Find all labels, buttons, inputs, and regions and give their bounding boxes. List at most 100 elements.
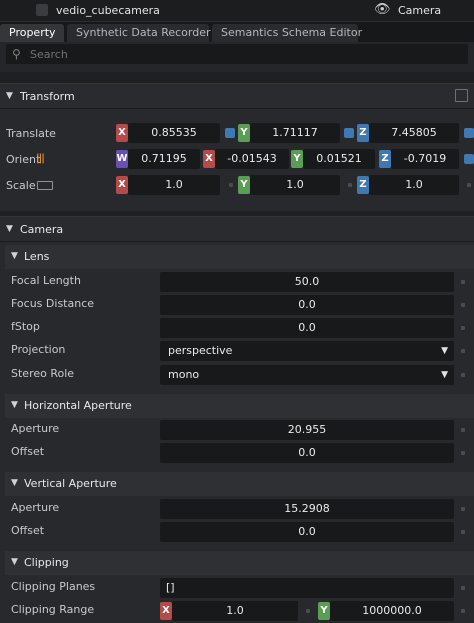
keyframe-dot-icon[interactable] <box>348 183 352 187</box>
v-offset-label: Offset <box>11 524 45 537</box>
keyframe-dot-icon[interactable] <box>229 183 233 187</box>
scale-x-field[interactable]: 1.0 <box>128 175 220 195</box>
keyframe-orient-icon[interactable] <box>464 154 474 164</box>
keyframe-dot-icon[interactable] <box>461 349 465 353</box>
orient-mode-icon[interactable]: ||| <box>36 153 45 164</box>
scale-label: Scale <box>6 179 36 192</box>
dropdown-arrow-icon: ▼ <box>441 346 448 356</box>
axis-z-badge: Z <box>379 150 391 168</box>
search-input[interactable] <box>30 46 460 62</box>
clipping-planes-label: Clipping Planes <box>11 580 96 593</box>
transform-gizmo-icon[interactable] <box>455 89 468 102</box>
tab-property[interactable]: Property <box>0 24 64 42</box>
translate-y-field[interactable]: 1.71117 <box>250 123 340 143</box>
axis-x-badge: X <box>160 602 172 620</box>
focal-length-label: Focal Length <box>11 274 81 287</box>
keyframe-dot-icon[interactable] <box>467 183 471 187</box>
stereo-role-label: Stereo Role <box>11 367 75 380</box>
eye-icon[interactable]: 👁 <box>374 2 391 17</box>
axis-y-badge: Y <box>238 176 250 194</box>
h-aperture-label: Aperture <box>11 422 60 435</box>
scale-z-field[interactable]: 1.0 <box>369 175 459 195</box>
axis-z-badge: Z <box>357 176 369 194</box>
lens-title: Lens <box>24 250 50 263</box>
prim-title-bar: vedio_cubecamera 👁 Camera <box>0 0 474 22</box>
focus-distance-field[interactable]: 0.0 <box>160 295 454 315</box>
prim-type: Camera <box>398 4 442 17</box>
collapse-triangle-icon[interactable]: ▼ <box>6 91 13 101</box>
collapse-triangle-icon[interactable]: ▼ <box>11 400 18 410</box>
keyframe-dot-icon[interactable] <box>306 609 310 613</box>
keyframe-dot-icon[interactable] <box>461 586 465 590</box>
orient-x-field[interactable]: -0.01543 <box>215 149 289 169</box>
keyframe-dot-icon[interactable] <box>461 530 465 534</box>
clipping-range-max-field[interactable]: 1000000.0 <box>330 601 454 621</box>
prim-icon <box>36 4 48 16</box>
clipping-planes-field[interactable]: [] <box>160 578 454 598</box>
collapse-triangle-icon[interactable]: ▼ <box>11 478 18 488</box>
keyframe-dot-icon[interactable] <box>461 609 465 613</box>
stereo-role-value: mono <box>168 368 200 381</box>
vertical-aperture-title: Vertical Aperture <box>24 477 117 490</box>
projection-value: perspective <box>168 344 233 357</box>
keyframe-dot-icon[interactable] <box>461 428 465 432</box>
keyframe-dot-icon[interactable] <box>461 451 465 455</box>
translate-label: Translate <box>6 127 56 140</box>
keyframe-dot-icon[interactable] <box>461 326 465 330</box>
prim-name: vedio_cubecamera <box>56 4 160 17</box>
axis-y-badge: Y <box>291 150 303 168</box>
keyframe-z-icon[interactable] <box>464 128 474 138</box>
axis-x-badge: X <box>203 150 215 168</box>
orient-z-field[interactable]: -0.7019 <box>391 149 459 169</box>
axis-x-badge: X <box>116 176 128 194</box>
clipping-title: Clipping <box>24 556 69 569</box>
h-offset-label: Offset <box>11 445 45 458</box>
transform-header[interactable]: ▼ Transform <box>0 83 474 109</box>
axis-y-badge: Y <box>318 602 330 620</box>
h-aperture-field[interactable]: 20.955 <box>160 420 454 440</box>
horizontal-aperture-header[interactable]: ▼ Horizontal Aperture <box>5 394 474 418</box>
keyframe-dot-icon[interactable] <box>461 280 465 284</box>
lens-header[interactable]: ▼ Lens <box>5 245 474 269</box>
collapse-triangle-icon[interactable]: ▼ <box>6 224 13 234</box>
transform-title: Transform <box>20 90 75 103</box>
focal-length-field[interactable]: 50.0 <box>160 272 454 292</box>
scale-link-icon[interactable] <box>37 181 53 190</box>
camera-header[interactable]: ▼ Camera <box>0 216 474 242</box>
axis-y-badge: Y <box>238 124 250 142</box>
v-aperture-label: Aperture <box>11 501 60 514</box>
keyframe-y-icon[interactable] <box>344 128 354 138</box>
h-offset-field[interactable]: 0.0 <box>160 443 454 463</box>
translate-z-field[interactable]: 7.45805 <box>369 123 459 143</box>
translate-x-field[interactable]: 0.85535 <box>128 123 220 143</box>
keyframe-dot-icon[interactable] <box>461 373 465 377</box>
clipping-range-label: Clipping Range <box>11 603 95 616</box>
tab-bar: Property Synthetic Data Recorder Semanti… <box>0 22 474 42</box>
v-aperture-field[interactable]: 15.2908 <box>160 499 454 519</box>
fstop-field[interactable]: 0.0 <box>160 318 454 338</box>
search-box[interactable]: ⚲ <box>6 44 468 64</box>
keyframe-dot-icon[interactable] <box>461 507 465 511</box>
keyframe-x-icon[interactable] <box>225 128 235 138</box>
orient-y-field[interactable]: 0.01521 <box>303 149 375 169</box>
keyframe-dot-icon[interactable] <box>461 303 465 307</box>
focus-distance-label: Focus Distance <box>11 297 95 310</box>
stereo-role-dropdown[interactable]: mono ▼ <box>160 365 454 385</box>
axis-w-badge: W <box>116 150 128 168</box>
collapse-triangle-icon[interactable]: ▼ <box>11 557 18 567</box>
v-offset-field[interactable]: 0.0 <box>160 522 454 542</box>
clipping-range-min-field[interactable]: 1.0 <box>172 601 298 621</box>
horizontal-aperture-title: Horizontal Aperture <box>24 399 132 412</box>
orient-w-field[interactable]: 0.71195 <box>128 149 200 169</box>
tab-semantics-schema-editor[interactable]: Semantics Schema Editor <box>212 24 362 42</box>
projection-dropdown[interactable]: perspective ▼ <box>160 341 454 361</box>
collapse-triangle-icon[interactable]: ▼ <box>11 251 18 261</box>
scale-y-field[interactable]: 1.0 <box>250 175 340 195</box>
clipping-header[interactable]: ▼ Clipping <box>5 551 474 575</box>
vertical-aperture-header[interactable]: ▼ Vertical Aperture <box>5 472 474 496</box>
tab-synthetic-data-recorder[interactable]: Synthetic Data Recorder <box>67 24 211 42</box>
projection-label: Projection <box>11 343 66 356</box>
property-window: vedio_cubecamera 👁 Camera Property Synth… <box>0 0 474 623</box>
dropdown-arrow-icon: ▼ <box>441 370 448 380</box>
axis-z-badge: Z <box>357 124 369 142</box>
